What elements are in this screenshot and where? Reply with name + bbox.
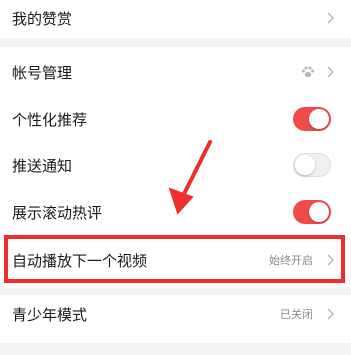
personalized-toggle[interactable] — [293, 107, 331, 131]
push-row: 推送通知 — [0, 142, 351, 188]
personalized-row: 个性化推荐 — [0, 96, 351, 142]
my-tips-label: 我的赞赏 — [12, 9, 73, 28]
hot-comments-label: 展示滚动热评 — [12, 203, 103, 222]
settings-card-top: 我的赞赏 — [0, 0, 351, 38]
teen-mode-label: 青少年模式 — [12, 305, 88, 324]
push-toggle[interactable] — [293, 153, 331, 177]
toggle-knob — [309, 109, 329, 129]
teen-mode-value: 已关闭 — [280, 308, 313, 321]
account-label: 帐号管理 — [12, 63, 73, 82]
personalized-label: 个性化推荐 — [12, 110, 88, 129]
chevron-right-icon — [327, 308, 334, 320]
autoplay-label: 自动播放下一个视频 — [12, 251, 148, 270]
chevron-right-icon — [327, 12, 334, 24]
account-row[interactable]: 帐号管理 — [0, 49, 351, 95]
autoplay-value: 始终开启 — [269, 254, 313, 267]
hot-comments-toggle[interactable] — [293, 200, 331, 224]
paw-icon — [301, 66, 315, 78]
settings-screen: 我的赞赏 帐号管理 个性化推荐 推送通知 展示滚动热评 自动播放下一个视频 始终… — [0, 0, 351, 355]
teen-mode-row[interactable]: 青少年模式 已关闭 — [0, 291, 351, 337]
settings-card-main: 帐号管理 个性化推荐 推送通知 展示滚动热评 自动播放下一个视频 始终开启 青少… — [0, 47, 351, 343]
autoplay-row[interactable]: 自动播放下一个视频 始终开启 — [0, 237, 351, 283]
chevron-right-icon — [327, 66, 334, 78]
hot-comments-row: 展示滚动热评 — [0, 189, 351, 235]
push-label: 推送通知 — [12, 156, 73, 175]
toggle-knob — [309, 202, 329, 222]
chevron-right-icon — [327, 254, 334, 266]
toggle-knob — [295, 155, 315, 175]
my-tips-row[interactable]: 我的赞赏 — [0, 0, 351, 41]
